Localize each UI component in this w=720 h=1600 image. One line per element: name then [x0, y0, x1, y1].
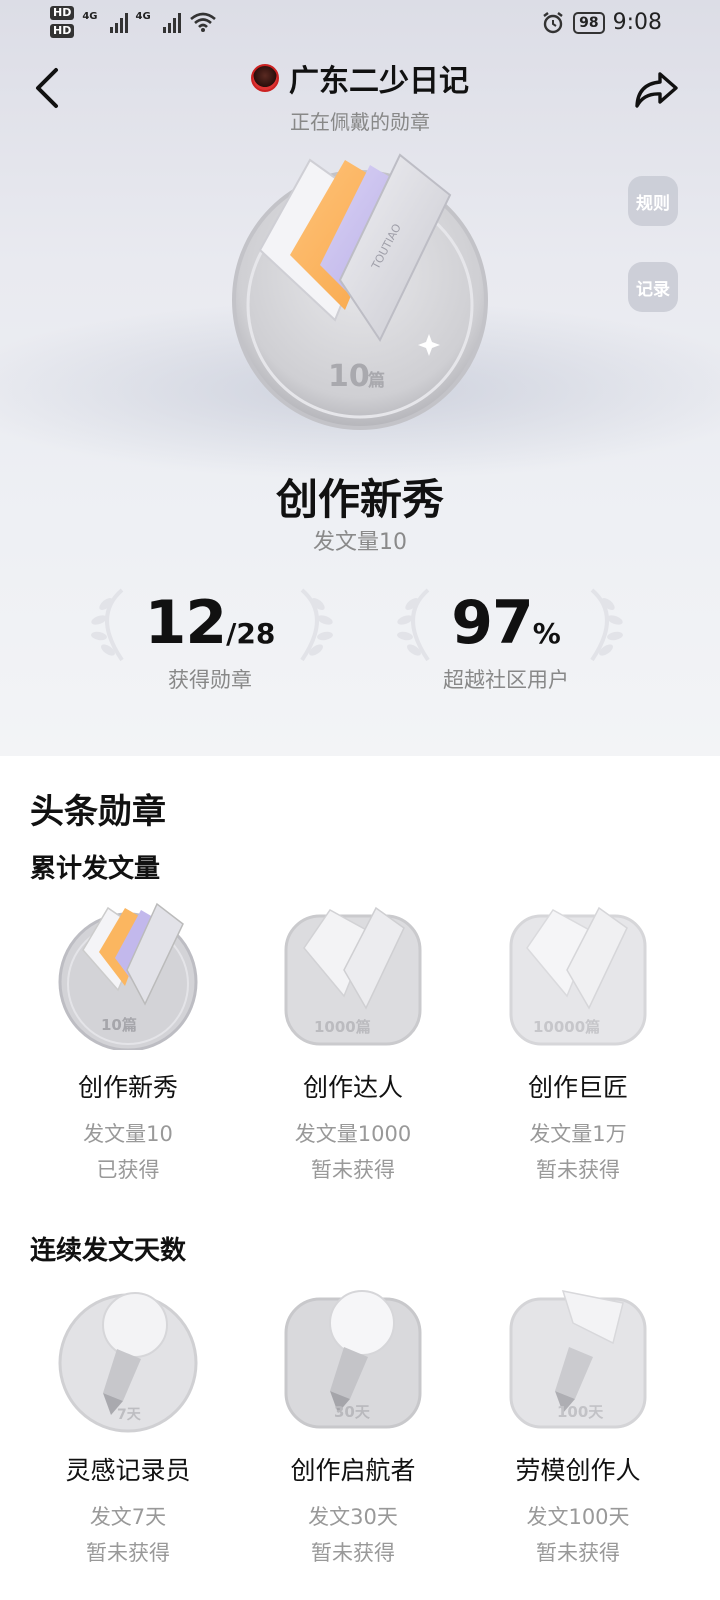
badge-medal-text: 100天 [557, 1403, 604, 1421]
badge-name: 创作新秀 [77, 1073, 178, 1102]
featured-medal: TOUTIAO 10 篇 [232, 153, 488, 430]
book-medal-icon: 10000篇 [509, 906, 647, 1046]
badge-card[interactable]: 100天 劳模创作人 发文100天 暂未获得 [468, 1283, 688, 1567]
badge-desc: 发文100天 [526, 1505, 630, 1529]
title-area: 广东二少日记 正在佩戴的勋章 [0, 56, 720, 135]
badge-desc: 发文量1000 [294, 1122, 412, 1146]
badge-card[interactable]: 10篇 创作新秀 发文量10 已获得 [18, 900, 238, 1184]
badge-status: 暂未获得 [536, 1541, 620, 1565]
lightbulb-medal-icon: 7天 [58, 1292, 198, 1433]
rules-button[interactable]: 规则 [628, 176, 678, 226]
badge-card[interactable]: 10000篇 创作巨匠 发文量1万 暂未获得 [468, 900, 688, 1184]
badge-card[interactable]: 30天 创作启航者 发文30天 暂未获得 [243, 1283, 463, 1567]
badge-desc: 发文量10 [83, 1122, 173, 1146]
group-title-post-count: 累计发文量 [30, 854, 161, 884]
badge-medal-text: 10000篇 [533, 1018, 600, 1036]
beat-unit: % [532, 617, 561, 650]
badge-name: 劳模创作人 [515, 1456, 641, 1485]
alarm-icon [543, 11, 563, 33]
beat-percent: 97 [451, 588, 533, 658]
page-title: 广东二少日记 [289, 64, 469, 99]
status-left: HD HD 4G 4G [50, 6, 217, 38]
badge-name: 创作巨匠 [527, 1073, 628, 1102]
badge-card[interactable]: 7天 灵感记录员 发文7天 暂未获得 [18, 1283, 238, 1567]
badge-name: 创作启航者 [290, 1456, 416, 1485]
network-type-2: 4G [135, 10, 151, 22]
earned-count: 12 [144, 588, 227, 658]
page-subtitle: 正在佩戴的勋章 [290, 110, 430, 134]
earned-stat: 12/28 获得勋章 [60, 588, 360, 694]
badge-status: 暂未获得 [536, 1158, 620, 1182]
badge-status: 暂未获得 [311, 1541, 395, 1565]
title-row: 广东二少日记 [251, 56, 469, 100]
badge-medal-text: 1000篇 [314, 1018, 371, 1036]
hd-badge-1: HD [50, 6, 75, 20]
badge-medal-text: 7天 [117, 1407, 142, 1423]
hd-indicator: HD HD [50, 6, 75, 38]
lightbulb-medal-icon: 30天 [284, 1290, 422, 1429]
badge-status: 暂未获得 [311, 1158, 395, 1182]
network-type-1: 4G [82, 10, 98, 22]
signal-icon [162, 11, 181, 33]
earned-label: 获得勋章 [168, 668, 252, 692]
beat-stat: 97% 超越社区用户 [356, 588, 656, 694]
signal-icon [109, 11, 128, 33]
badge-card[interactable]: 1000篇 创作达人 发文量1000 暂未获得 [243, 900, 463, 1184]
avatar[interactable] [251, 64, 279, 92]
featured-medal-unit: 篇 [367, 370, 385, 391]
book-medal-icon: 1000篇 [284, 906, 422, 1046]
records-button[interactable]: 记录 [628, 262, 678, 312]
lightbulb-medal-icon: 100天 [509, 1290, 647, 1429]
book-medal-icon: 10篇 [58, 902, 198, 1050]
badge-desc: 发文30天 [308, 1505, 398, 1529]
section-title: 头条勋章 [30, 792, 166, 832]
wifi-icon [189, 12, 216, 32]
clock: 9:08 [612, 10, 662, 35]
status-bar: HD HD 4G 4G 98 9:08 [0, 0, 720, 48]
share-icon[interactable] [632, 66, 680, 112]
featured-medal-name: 创作新秀 [275, 475, 444, 524]
battery-indicator: 98 [573, 11, 605, 34]
status-right: 98 9:08 [541, 10, 662, 35]
hd-badge-2: HD [50, 24, 75, 38]
featured-medal-desc: 发文量10 [313, 530, 407, 555]
badge-medal-text: 10篇 [101, 1016, 137, 1034]
badge-name: 灵感记录员 [65, 1456, 191, 1485]
group-title-streak: 连续发文天数 [30, 1236, 187, 1266]
badge-medal-text: 30天 [334, 1403, 371, 1421]
badge-status: 暂未获得 [86, 1541, 170, 1565]
earned-total: /28 [226, 617, 276, 650]
featured-medal-count: 10 [328, 359, 370, 394]
badge-desc: 发文量1万 [529, 1122, 627, 1146]
badge-desc: 发文7天 [89, 1505, 167, 1529]
badge-name: 创作达人 [302, 1073, 403, 1102]
beat-label: 超越社区用户 [443, 668, 569, 692]
badge-status: 已获得 [96, 1158, 160, 1182]
